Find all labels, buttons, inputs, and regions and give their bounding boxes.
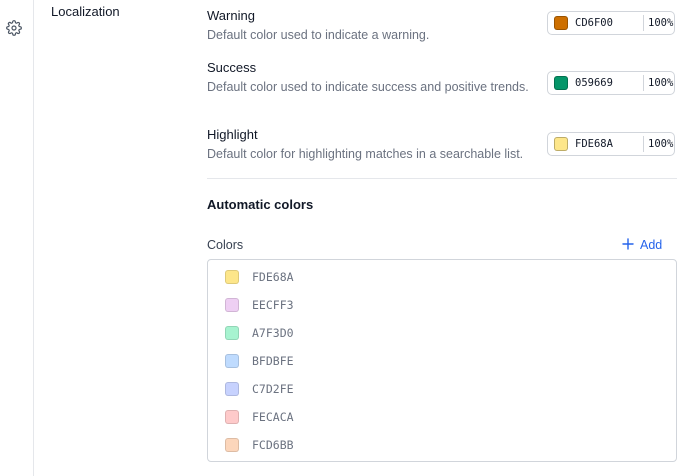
color-swatch bbox=[225, 298, 239, 312]
highlight-hex-value[interactable]: FDE68A bbox=[575, 138, 633, 150]
highlight-color-swatch[interactable] bbox=[554, 137, 568, 151]
color-swatch bbox=[225, 326, 239, 340]
settings-page: Localization Warning Default color used … bbox=[0, 0, 690, 476]
list-item[interactable]: EECFF3 bbox=[225, 296, 294, 314]
warning-description: Default color used to indicate a warning… bbox=[207, 28, 430, 42]
automatic-colors-title: Automatic colors bbox=[207, 197, 314, 212]
list-item[interactable]: FECACA bbox=[225, 408, 294, 426]
gear-icon[interactable] bbox=[4, 18, 24, 38]
list-item[interactable]: BFDBFE bbox=[225, 352, 294, 370]
color-hex: BFDBFE bbox=[252, 354, 294, 368]
add-color-button[interactable]: Add bbox=[622, 236, 662, 254]
automatic-colors-list: FDE68A EECFF3 A7F3D0 BFDBFE C7D2FE FECAC… bbox=[207, 259, 677, 462]
success-hex-value[interactable]: 059669 bbox=[575, 77, 633, 89]
warning-color-swatch[interactable] bbox=[554, 16, 568, 30]
success-alpha-value[interactable]: 100% bbox=[648, 77, 673, 89]
success-color-input[interactable]: 059669 100% bbox=[547, 71, 675, 95]
add-color-label: Add bbox=[640, 238, 663, 252]
highlight-color-input[interactable]: FDE68A 100% bbox=[547, 132, 675, 156]
highlight-description: Default color for highlighting matches i… bbox=[207, 147, 524, 161]
highlight-alpha-value[interactable]: 100% bbox=[648, 138, 673, 150]
input-separator bbox=[643, 75, 644, 91]
color-hex: EECFF3 bbox=[252, 298, 294, 312]
color-hex: FECACA bbox=[252, 410, 294, 424]
input-separator bbox=[643, 15, 644, 31]
plus-icon bbox=[622, 237, 634, 253]
success-color-swatch[interactable] bbox=[554, 76, 568, 90]
icon-rail bbox=[0, 0, 34, 476]
color-hex: C7D2FE bbox=[252, 382, 294, 396]
nav-item-localization[interactable]: Localization bbox=[51, 4, 120, 19]
colors-label: Colors bbox=[207, 238, 244, 252]
section-divider bbox=[207, 178, 677, 179]
color-swatch bbox=[225, 382, 239, 396]
warning-alpha-value[interactable]: 100% bbox=[648, 17, 673, 29]
color-hex: FDE68A bbox=[252, 270, 294, 284]
success-title: Success bbox=[207, 60, 257, 75]
color-hex: FCD6BB bbox=[252, 438, 294, 452]
list-item[interactable]: C7D2FE bbox=[225, 380, 294, 398]
warning-hex-value[interactable]: CD6F00 bbox=[575, 17, 633, 29]
success-description: Default color used to indicate success a… bbox=[207, 80, 529, 94]
color-hex: A7F3D0 bbox=[252, 326, 294, 340]
list-item[interactable]: FDE68A bbox=[225, 268, 294, 286]
color-swatch bbox=[225, 354, 239, 368]
color-swatch bbox=[225, 438, 239, 452]
highlight-title: Highlight bbox=[207, 127, 258, 142]
warning-color-input[interactable]: CD6F00 100% bbox=[547, 11, 675, 35]
warning-title: Warning bbox=[207, 8, 255, 23]
list-item[interactable]: FCD6BB bbox=[225, 436, 294, 454]
color-swatch bbox=[225, 410, 239, 424]
color-swatch bbox=[225, 270, 239, 284]
list-item[interactable]: A7F3D0 bbox=[225, 324, 294, 342]
input-separator bbox=[643, 136, 644, 152]
